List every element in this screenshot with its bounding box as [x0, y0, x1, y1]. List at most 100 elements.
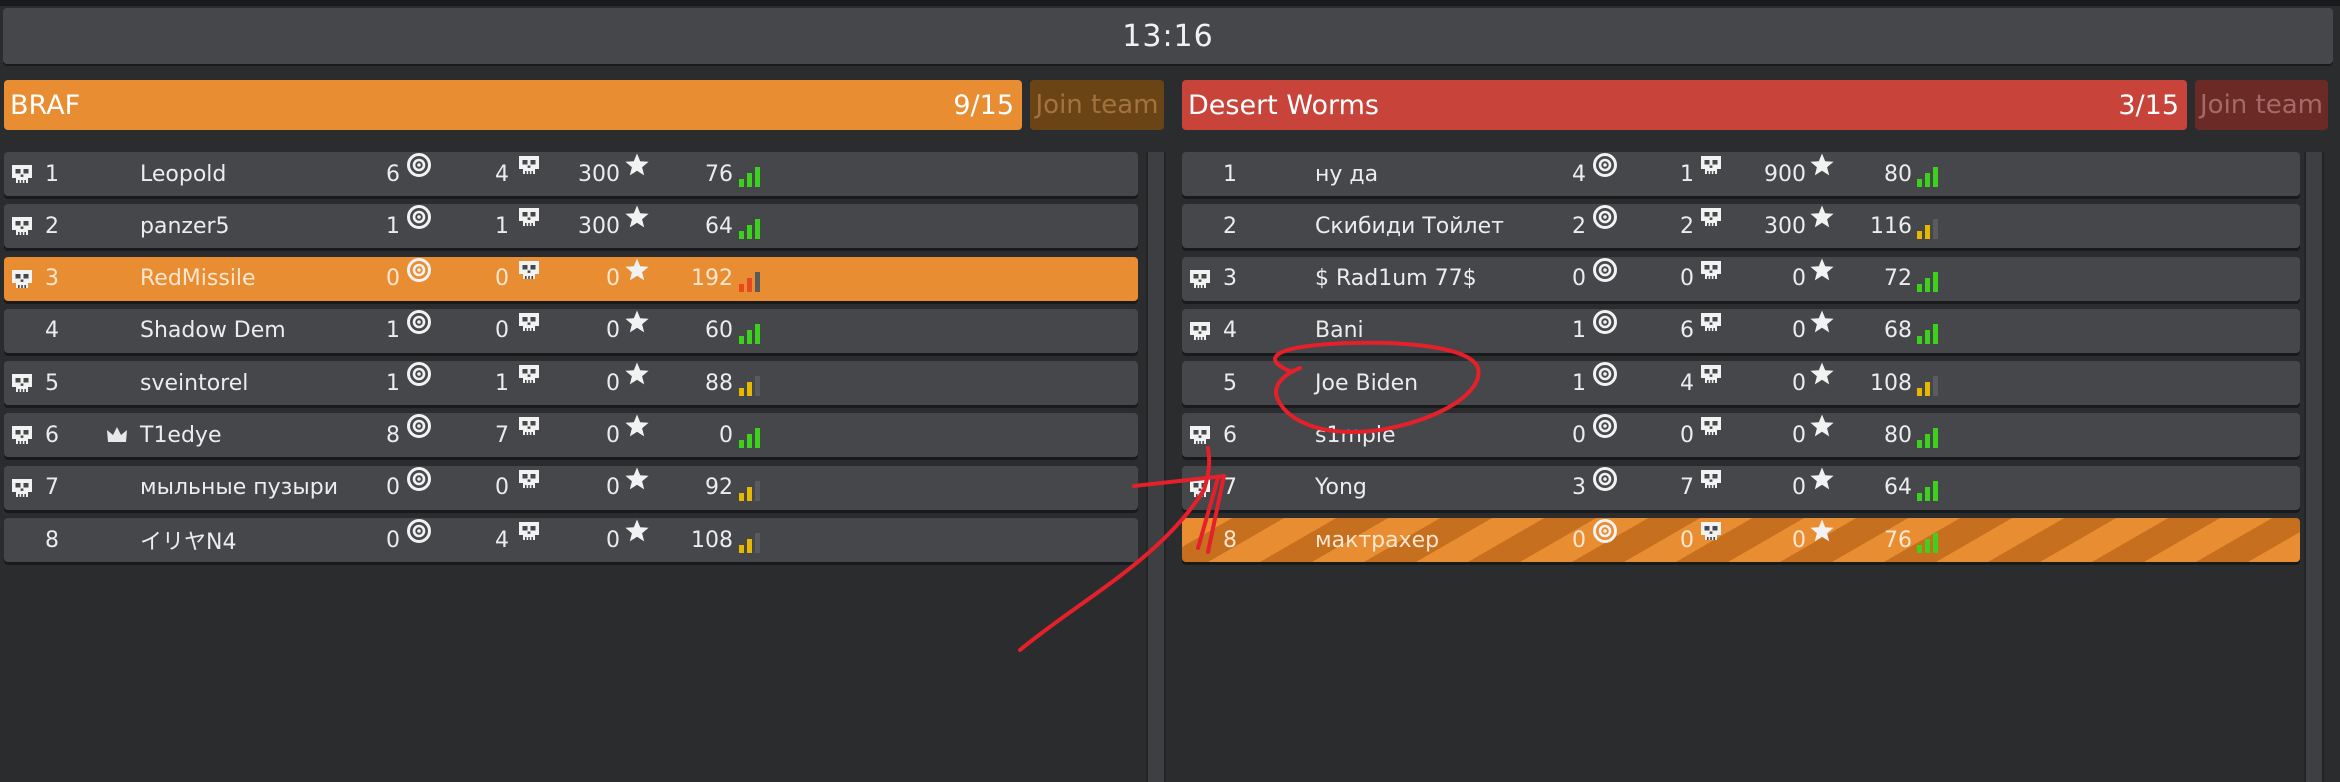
kills-count: 0	[1572, 527, 1586, 553]
deaths-count: 0	[1680, 527, 1694, 553]
target-icon	[406, 466, 432, 492]
player-rank: 5	[45, 370, 59, 396]
skull-icon	[1698, 413, 1724, 439]
score-value: 300	[578, 213, 620, 239]
player-row[interactable]: 7 мыльные пузыри 0 0 0 92	[4, 465, 1138, 510]
skull-icon	[516, 204, 542, 230]
player-rank: 3	[1223, 266, 1237, 292]
skull-icon	[1698, 257, 1724, 283]
deaths-count: 1	[495, 370, 509, 396]
player-row[interactable]: 7 Yong 3 7 0 64	[1182, 465, 2300, 510]
target-icon	[406, 518, 432, 544]
deaths-count: 7	[1680, 475, 1694, 501]
player-row[interactable]: 8 イリヤN4 0 4 0 108	[4, 518, 1138, 563]
player-row[interactable]: 5 sveintorel 1 1 0 88	[4, 361, 1138, 406]
signal-strength-icon	[739, 204, 760, 248]
player-row[interactable]: 4 Shadow Dem 1 0 0 60	[4, 308, 1138, 353]
player-rank: 4	[45, 318, 59, 344]
signal-strength-icon	[739, 413, 760, 457]
target-icon	[1592, 309, 1618, 335]
player-rank: 6	[1223, 422, 1237, 448]
score-value: 0	[606, 527, 620, 553]
kills-count: 6	[386, 161, 400, 187]
player-row[interactable]: 2 panzer5 1 1 300 64	[4, 204, 1138, 249]
signal-strength-icon	[739, 309, 760, 353]
scrollbar-desert-worms[interactable]	[2304, 152, 2324, 782]
player-row[interactable]: 1 Leopold 6 4 300 76	[4, 152, 1138, 196]
ping-value: 108	[691, 527, 733, 553]
player-row[interactable]: 4 Bani 1 6 0 68	[1182, 308, 2300, 353]
player-row[interactable]: 3 RedMissile 0 0 0 192	[4, 256, 1138, 301]
player-row[interactable]: 6 s1mple 0 0 0 80	[1182, 413, 2300, 458]
skull-icon	[1698, 152, 1724, 178]
join-team-button-desert-worms[interactable]: Join team	[2195, 80, 2328, 130]
deaths-count: 0	[1680, 422, 1694, 448]
player-row[interactable]: 1 ну да 4 1 900 80	[1182, 152, 2300, 196]
player-row[interactable]: 3 $ Rad1um 77$ 0 0 0 72	[1182, 256, 2300, 301]
target-icon	[406, 204, 432, 230]
skull-icon	[1698, 309, 1724, 335]
signal-strength-icon	[1917, 152, 1938, 196]
target-icon	[1592, 413, 1618, 439]
player-rank: 8	[1223, 527, 1237, 553]
ping-value: 80	[1884, 161, 1912, 187]
target-icon	[406, 309, 432, 335]
score-value: 0	[1792, 266, 1806, 292]
player-rank: 2	[45, 213, 59, 239]
target-icon	[1592, 518, 1618, 544]
signal-strength-icon	[739, 361, 760, 405]
star-icon	[1809, 413, 1835, 439]
signal-strength-icon	[1917, 518, 1938, 562]
ping-value: 108	[1870, 370, 1912, 396]
signal-strength-icon	[1917, 413, 1938, 457]
skull-icon	[1698, 466, 1724, 492]
signal-strength-icon	[739, 257, 760, 301]
join-team-button-braf[interactable]: Join team	[1030, 80, 1164, 130]
team-header-desert-worms: Desert Worms 3/15	[1182, 80, 2187, 130]
deaths-count: 4	[495, 161, 509, 187]
skull-icon	[516, 257, 542, 283]
deaths-count: 0	[1680, 266, 1694, 292]
deaths-count: 2	[1680, 213, 1694, 239]
match-timer: 13:16	[3, 8, 2333, 64]
skull-icon	[1698, 204, 1724, 230]
deaths-count: 0	[495, 318, 509, 344]
kills-count: 2	[1572, 213, 1586, 239]
deaths-count: 0	[495, 266, 509, 292]
player-rank: 7	[45, 475, 59, 501]
skull-icon	[516, 466, 542, 492]
score-value: 0	[606, 266, 620, 292]
team-player-count: 3/15	[2118, 89, 2179, 121]
target-icon	[1592, 466, 1618, 492]
player-row[interactable]: 6 T1edye 8 7 0 0	[4, 413, 1138, 458]
skull-icon	[516, 518, 542, 544]
team-name: BRAF	[10, 89, 81, 121]
score-value: 0	[606, 370, 620, 396]
star-icon	[624, 466, 650, 492]
player-list-desert-worms: 1 ну да 4 1 900 80 2 Скибиди Тойлет 2 2 300 116 3 $ R…	[1182, 152, 2300, 570]
target-icon	[406, 413, 432, 439]
target-icon	[406, 257, 432, 283]
player-row[interactable]: 8 мактрахер 0 0 0 76	[1182, 518, 2300, 563]
score-value: 0	[606, 422, 620, 448]
ping-value: 64	[705, 213, 733, 239]
ping-value: 80	[1884, 422, 1912, 448]
ping-value: 92	[705, 475, 733, 501]
scrollbar-braf[interactable]	[1146, 152, 1166, 782]
kills-count: 0	[1572, 422, 1586, 448]
signal-strength-icon	[739, 466, 760, 510]
deaths-count: 1	[1680, 161, 1694, 187]
player-rank: 1	[45, 161, 59, 187]
player-row[interactable]: 2 Скибиди Тойлет 2 2 300 116	[1182, 204, 2300, 249]
star-icon	[1809, 466, 1835, 492]
score-value: 0	[606, 318, 620, 344]
team-name: Desert Worms	[1188, 89, 1379, 121]
player-row[interactable]: 5 Joe Biden 1 4 0 108	[1182, 361, 2300, 406]
signal-strength-icon	[1917, 466, 1938, 510]
deaths-count: 0	[495, 475, 509, 501]
star-icon	[624, 413, 650, 439]
score-value: 300	[578, 161, 620, 187]
star-icon	[624, 152, 650, 178]
star-icon	[624, 518, 650, 544]
kills-count: 1	[386, 318, 400, 344]
